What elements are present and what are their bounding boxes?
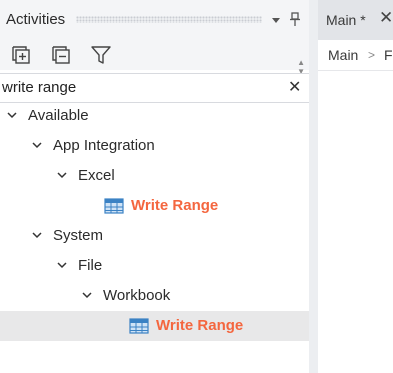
activity-label: Write Range bbox=[156, 317, 244, 334]
activities-panel: Activities ▲ ▼ write range ✕ Available A… bbox=[0, 0, 309, 373]
tree-node-workbook[interactable]: Workbook bbox=[0, 281, 309, 311]
tree-node-label: System bbox=[53, 227, 104, 244]
tree-node-label: Workbook bbox=[103, 287, 171, 304]
tree-node-label: Available bbox=[28, 107, 89, 124]
tree-node-file[interactable]: File bbox=[0, 251, 309, 281]
activity-write-range-excel[interactable]: Write Range bbox=[0, 191, 309, 221]
tree-node-label: Excel bbox=[78, 167, 115, 184]
panel-splitter[interactable] bbox=[309, 0, 318, 373]
tree-node-label: File bbox=[78, 257, 103, 274]
breadcrumb-item[interactable]: Fl bbox=[384, 47, 393, 63]
tree-node-app-integration[interactable]: App Integration bbox=[0, 131, 309, 161]
tab-label: Main * bbox=[326, 12, 366, 28]
breadcrumb: Main > Fl bbox=[318, 40, 393, 71]
panel-title: Activities bbox=[6, 11, 66, 28]
tree-node-system[interactable]: System bbox=[0, 221, 309, 251]
clear-search-icon[interactable]: ✕ bbox=[288, 77, 301, 97]
drag-grip[interactable] bbox=[76, 16, 262, 23]
write-range-icon bbox=[129, 318, 149, 334]
activities-toolbar bbox=[0, 40, 309, 70]
filter-icon[interactable] bbox=[89, 43, 113, 67]
search-input[interactable] bbox=[2, 77, 272, 97]
dropdown-icon[interactable] bbox=[269, 9, 283, 29]
chevron-down-icon[interactable] bbox=[31, 229, 43, 241]
chevron-down-icon[interactable] bbox=[6, 109, 18, 121]
chevron-right-icon: > bbox=[368, 48, 376, 62]
panel-header: Activities bbox=[0, 0, 309, 41]
activity-write-range-workbook[interactable]: Write Range bbox=[0, 311, 309, 341]
tree-node-available[interactable]: Available bbox=[0, 101, 309, 131]
tree-node-label: App Integration bbox=[53, 137, 155, 154]
expand-all-icon[interactable] bbox=[10, 43, 34, 67]
chevron-down-icon[interactable] bbox=[81, 289, 93, 301]
pin-icon[interactable] bbox=[288, 9, 302, 29]
write-range-icon bbox=[104, 198, 124, 214]
search-box: ✕ bbox=[0, 73, 309, 103]
chevron-down-icon[interactable] bbox=[56, 259, 68, 271]
designer-area: Main * ✕ Main > Fl bbox=[318, 0, 393, 373]
breadcrumb-item[interactable]: Main bbox=[328, 47, 358, 63]
activity-label: Write Range bbox=[131, 197, 219, 214]
tree-node-excel[interactable]: Excel bbox=[0, 161, 309, 191]
chevron-down-icon[interactable] bbox=[56, 169, 68, 181]
chevron-down-icon[interactable] bbox=[31, 139, 43, 151]
collapse-all-icon[interactable] bbox=[50, 43, 74, 67]
close-icon[interactable]: ✕ bbox=[379, 8, 393, 28]
tab-main[interactable]: Main * ✕ bbox=[318, 0, 393, 40]
